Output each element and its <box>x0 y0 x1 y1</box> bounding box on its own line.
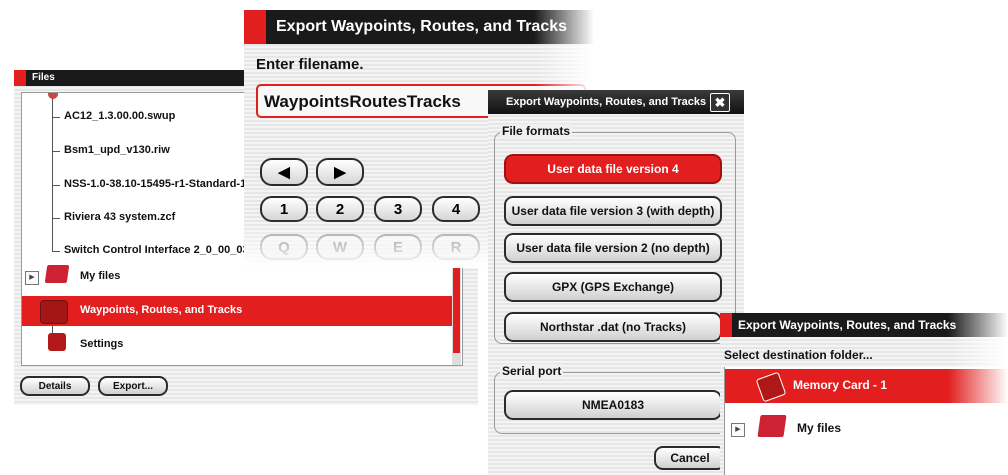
serial-option-nmea[interactable]: NMEA0183 <box>504 390 722 420</box>
waypoints-label: Waypoints, Routes, and Tracks <box>80 304 243 316</box>
format-option-v4[interactable]: User data file version 4 <box>504 154 722 184</box>
settings-icon <box>48 333 66 351</box>
expand-toggle[interactable]: ▶ <box>25 271 39 285</box>
my-files-icon <box>757 415 787 437</box>
title-accent <box>14 70 26 86</box>
format-option-v2[interactable]: User data file version 2 (no depth) <box>504 233 722 263</box>
waypoints-row[interactable]: Waypoints, Routes, and Tracks <box>22 296 452 326</box>
waypoints-icon <box>40 300 68 324</box>
format-option-northstar[interactable]: Northstar .dat (no Tracks) <box>504 312 722 342</box>
file-item[interactable]: Riviera 43 system.zcf <box>64 211 175 223</box>
format-option-gpx[interactable]: GPX (GPS Exchange) <box>504 272 722 302</box>
format-titlebar: Export Waypoints, Routes, and Tracks ✖ <box>488 90 744 114</box>
format-dialog: Export Waypoints, Routes, and Tracks ✖ F… <box>488 90 744 475</box>
export-button[interactable]: Export... <box>98 376 168 396</box>
file-item[interactable]: Bsm1_upd_v130.riw <box>64 144 170 156</box>
filename-title: Export Waypoints, Routes, and Tracks <box>276 18 568 35</box>
cursor-left-key[interactable]: ◀ <box>260 158 308 186</box>
partial-icon <box>48 93 58 99</box>
format-option-v3[interactable]: User data file version 3 (with depth) <box>504 196 722 226</box>
folder-icon <box>44 265 70 283</box>
filename-value: WaypointsRoutesTracks <box>264 92 461 111</box>
details-button[interactable]: Details <box>20 376 90 396</box>
file-item[interactable]: AC12_1.3.00.00.swup <box>64 110 175 122</box>
destination-title: Export Waypoints, Routes, and Tracks <box>738 318 957 332</box>
key-1[interactable]: 1 <box>260 196 308 222</box>
my-files-label[interactable]: My files <box>797 421 841 435</box>
filename-prompt: Enter filename. <box>256 56 364 73</box>
memory-card-label: Memory Card - 1 <box>793 378 888 392</box>
expand-toggle[interactable]: ▶ <box>731 423 745 437</box>
cancel-button[interactable]: Cancel <box>654 446 726 470</box>
key-2[interactable]: 2 <box>316 196 364 222</box>
destination-dialog: Export Waypoints, Routes, and Tracks Sel… <box>720 313 1008 475</box>
title-accent <box>720 313 732 337</box>
destination-prompt: Select destination folder... <box>724 348 873 362</box>
files-title: Files <box>32 72 55 83</box>
close-icon: ✖ <box>714 95 726 110</box>
file-item[interactable]: NSS-1.0-38.10-15495-r1-Standard-1.upd <box>64 178 269 190</box>
key-3[interactable]: 3 <box>374 196 422 222</box>
cursor-right-key[interactable]: ▶ <box>316 158 364 186</box>
title-accent <box>244 10 266 44</box>
file-formats-label: File formats <box>500 124 573 138</box>
serial-port-label: Serial port <box>500 364 564 378</box>
format-title: Export Waypoints, Routes, and Tracks <box>506 96 707 108</box>
close-button[interactable]: ✖ <box>710 93 730 112</box>
right-fade <box>948 313 1008 475</box>
my-files-item[interactable]: My files <box>80 270 120 282</box>
memory-card-icon <box>755 371 787 403</box>
settings-item[interactable]: Settings <box>80 338 123 350</box>
key-4[interactable]: 4 <box>432 196 480 222</box>
